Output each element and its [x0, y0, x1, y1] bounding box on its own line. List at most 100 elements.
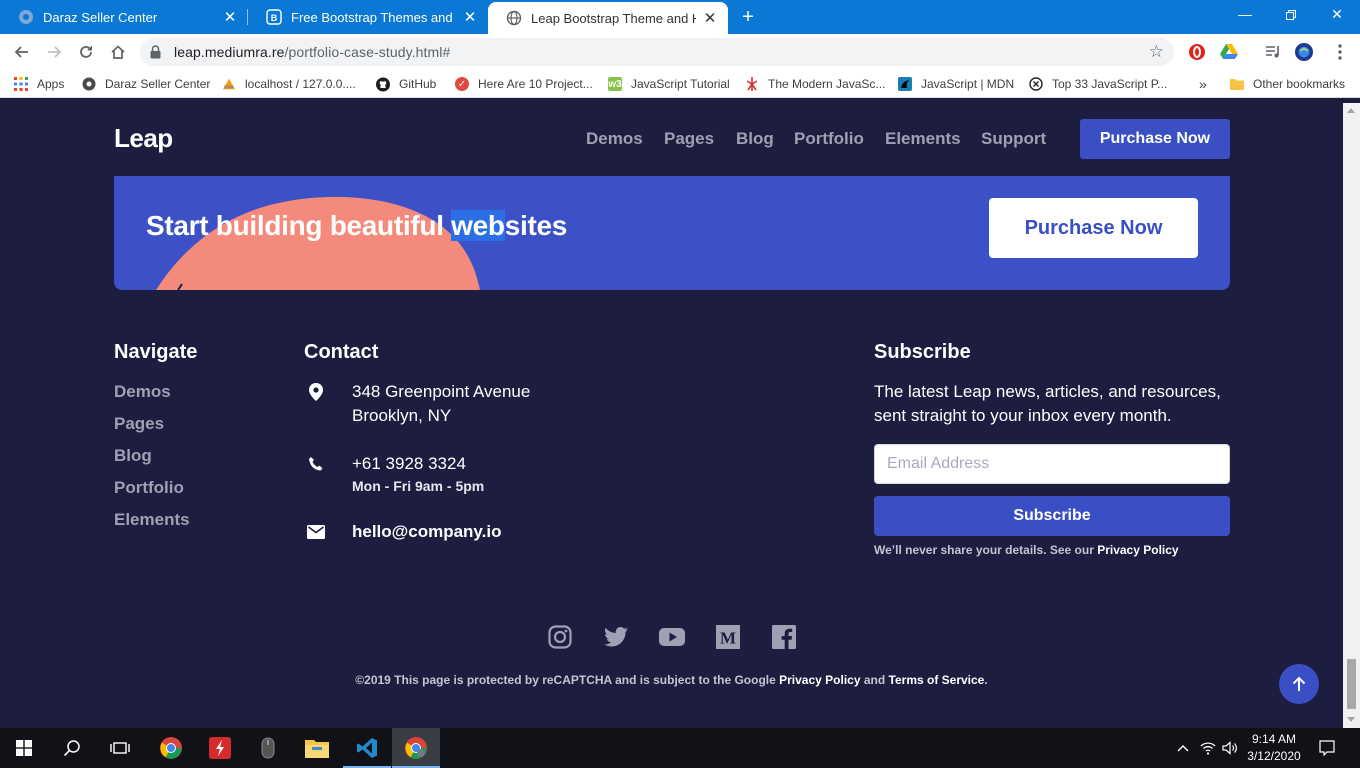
bookmark-github[interactable]: GitHub — [376, 76, 436, 92]
globe-icon — [506, 10, 522, 26]
purchase-now-button[interactable]: Purchase Now — [1080, 119, 1230, 159]
file-explorer-icon[interactable] — [293, 728, 341, 768]
terms-of-service-link[interactable]: Terms of Service — [889, 673, 985, 687]
browser-toolbar: leap.mediumra.re/portfolio-case-study.ht… — [0, 34, 1360, 70]
network-wifi-icon[interactable] — [1200, 740, 1216, 756]
back-to-top-button[interactable] — [1279, 664, 1319, 704]
nav-demos[interactable]: Demos — [586, 129, 643, 149]
bookmark-star-icon[interactable]: ☆ — [1149, 42, 1164, 62]
x-circle-icon — [1029, 77, 1043, 91]
address-bar[interactable]: leap.mediumra.re/portfolio-case-study.ht… — [140, 38, 1174, 66]
footer-link-pages[interactable]: Pages — [114, 414, 164, 434]
contact-heading: Contact — [304, 341, 379, 363]
home-icon[interactable] — [107, 41, 129, 63]
volume-icon[interactable] — [1222, 740, 1238, 756]
cta-headline: Start building beautiful websites — [146, 210, 568, 241]
notifications-icon[interactable] — [1319, 740, 1335, 756]
bootstrap-icon: B — [266, 9, 282, 25]
instagram-icon[interactable] — [547, 624, 573, 650]
page-scrollbar[interactable] — [1343, 103, 1360, 728]
close-window-button[interactable]: ✕ — [1314, 0, 1360, 30]
task-view-icon[interactable] — [96, 728, 144, 768]
privacy-policy-link[interactable]: Privacy Policy — [1097, 543, 1178, 557]
bookmarks-overflow-chevron[interactable]: » — [1199, 76, 1207, 92]
svg-text:B: B — [271, 13, 278, 23]
tab-title: Daraz Seller Center — [43, 9, 158, 25]
chrome-taskbar-icon[interactable] — [147, 728, 195, 768]
nav-support[interactable]: Support — [981, 129, 1046, 149]
footer-link-blog[interactable]: Blog — [114, 446, 152, 466]
mouse-app-icon[interactable] — [244, 728, 292, 768]
forward-arrow-icon[interactable] — [43, 41, 65, 63]
close-tab-icon[interactable]: ✕ — [462, 8, 478, 26]
google-drive-icon[interactable] — [1220, 43, 1238, 61]
windows-start-icon[interactable] — [0, 728, 48, 768]
url-text: leap.mediumra.re/portfolio-case-study.ht… — [174, 44, 451, 60]
tab-daraz[interactable]: Daraz Seller Center ✕ — [0, 0, 248, 34]
youtube-icon[interactable] — [659, 624, 685, 650]
nav-elements[interactable]: Elements — [885, 129, 961, 149]
cta-purchase-now-button[interactable]: Purchase Now — [989, 198, 1198, 258]
tray-chevron-up-icon[interactable] — [1175, 740, 1191, 756]
bookmark-projects[interactable]: ✓ Here Are 10 Project... — [455, 76, 593, 92]
tab-title: Leap Bootstrap Theme and HTML — [531, 10, 696, 26]
subscribe-button[interactable]: Subscribe — [874, 496, 1230, 536]
daraz-icon — [82, 77, 96, 91]
nav-portfolio[interactable]: Portfolio — [794, 129, 864, 149]
medium-icon[interactable]: M — [715, 624, 741, 650]
minimize-button[interactable]: — — [1222, 0, 1268, 30]
scroll-down-arrow-icon[interactable] — [1347, 717, 1355, 722]
chrome-active-taskbar-icon[interactable] — [392, 728, 440, 768]
nav-pages[interactable]: Pages — [664, 129, 714, 149]
close-tab-icon[interactable]: ✕ — [222, 8, 238, 26]
scrollbar-thumb[interactable] — [1347, 659, 1356, 709]
scroll-up-arrow-icon[interactable] — [1347, 108, 1355, 113]
flash-app-icon[interactable] — [196, 728, 244, 768]
opera-adblock-icon[interactable] — [1188, 43, 1206, 61]
email-address-input[interactable] — [874, 444, 1230, 484]
bookmark-localhost[interactable]: PMA localhost / 127.0.0.... — [222, 76, 356, 92]
facebook-icon[interactable] — [771, 624, 797, 650]
github-icon — [376, 77, 390, 91]
chrome-menu-icon[interactable] — [1331, 43, 1349, 61]
site-logo[interactable]: Leap — [114, 123, 173, 154]
restore-button[interactable] — [1268, 0, 1314, 30]
back-arrow-icon[interactable] — [11, 41, 33, 63]
profile-avatar[interactable] — [1295, 43, 1313, 61]
address-line-2: Brooklyn, NY — [352, 406, 452, 425]
tab-leap-active[interactable]: Leap Bootstrap Theme and HTML ✕ — [488, 2, 728, 34]
vscode-icon[interactable] — [343, 728, 391, 768]
contact-email[interactable]: hello@company.io — [352, 522, 501, 542]
apps-grid-icon — [14, 77, 28, 91]
bookmark-other[interactable]: Other bookmarks — [1230, 76, 1345, 92]
bookmark-modern-js[interactable]: The Modern JavaSc... — [745, 76, 885, 92]
twitter-icon[interactable] — [603, 624, 629, 650]
tab-title: Free Bootstrap Themes and Web — [291, 9, 456, 25]
bookmark-apps[interactable]: Apps — [14, 76, 64, 92]
phone-icon — [305, 453, 327, 475]
close-tab-icon[interactable]: ✕ — [702, 9, 718, 27]
phone-number[interactable]: +61 3928 3324 — [352, 454, 466, 474]
search-icon[interactable] — [48, 728, 96, 768]
tab-bootstrap[interactable]: B Free Bootstrap Themes and Web ✕ — [248, 0, 488, 34]
svg-text:PMA: PMA — [224, 84, 235, 89]
google-privacy-policy-link[interactable]: Privacy Policy — [779, 673, 860, 687]
page-viewport: Leap Demos Pages Blog Portfolio Elements… — [0, 103, 1343, 728]
reload-icon[interactable] — [75, 41, 97, 63]
map-pin-icon — [305, 381, 327, 403]
footer-link-portfolio[interactable]: Portfolio — [114, 478, 184, 498]
footer-link-demos[interactable]: Demos — [114, 382, 171, 402]
lock-icon — [150, 45, 161, 64]
system-clock[interactable]: 9:14 AM 3/12/2020 — [1238, 731, 1310, 765]
nav-blog[interactable]: Blog — [736, 129, 774, 149]
bookmark-mdn[interactable]: JavaScript | MDN — [898, 76, 1014, 92]
svg-text:M: M — [720, 629, 736, 648]
footer-link-elements[interactable]: Elements — [114, 510, 190, 530]
phpmyadmin-icon: PMA — [222, 77, 236, 91]
media-queue-icon[interactable] — [1264, 43, 1282, 61]
bookmark-top33[interactable]: Top 33 JavaScript P... — [1029, 76, 1167, 92]
w3-icon: w3 — [608, 77, 622, 91]
bookmark-js-tutorial[interactable]: w3 JavaScript Tutorial — [608, 76, 730, 92]
bookmark-daraz[interactable]: Daraz Seller Center — [82, 76, 210, 92]
new-tab-button[interactable]: + — [736, 6, 760, 28]
